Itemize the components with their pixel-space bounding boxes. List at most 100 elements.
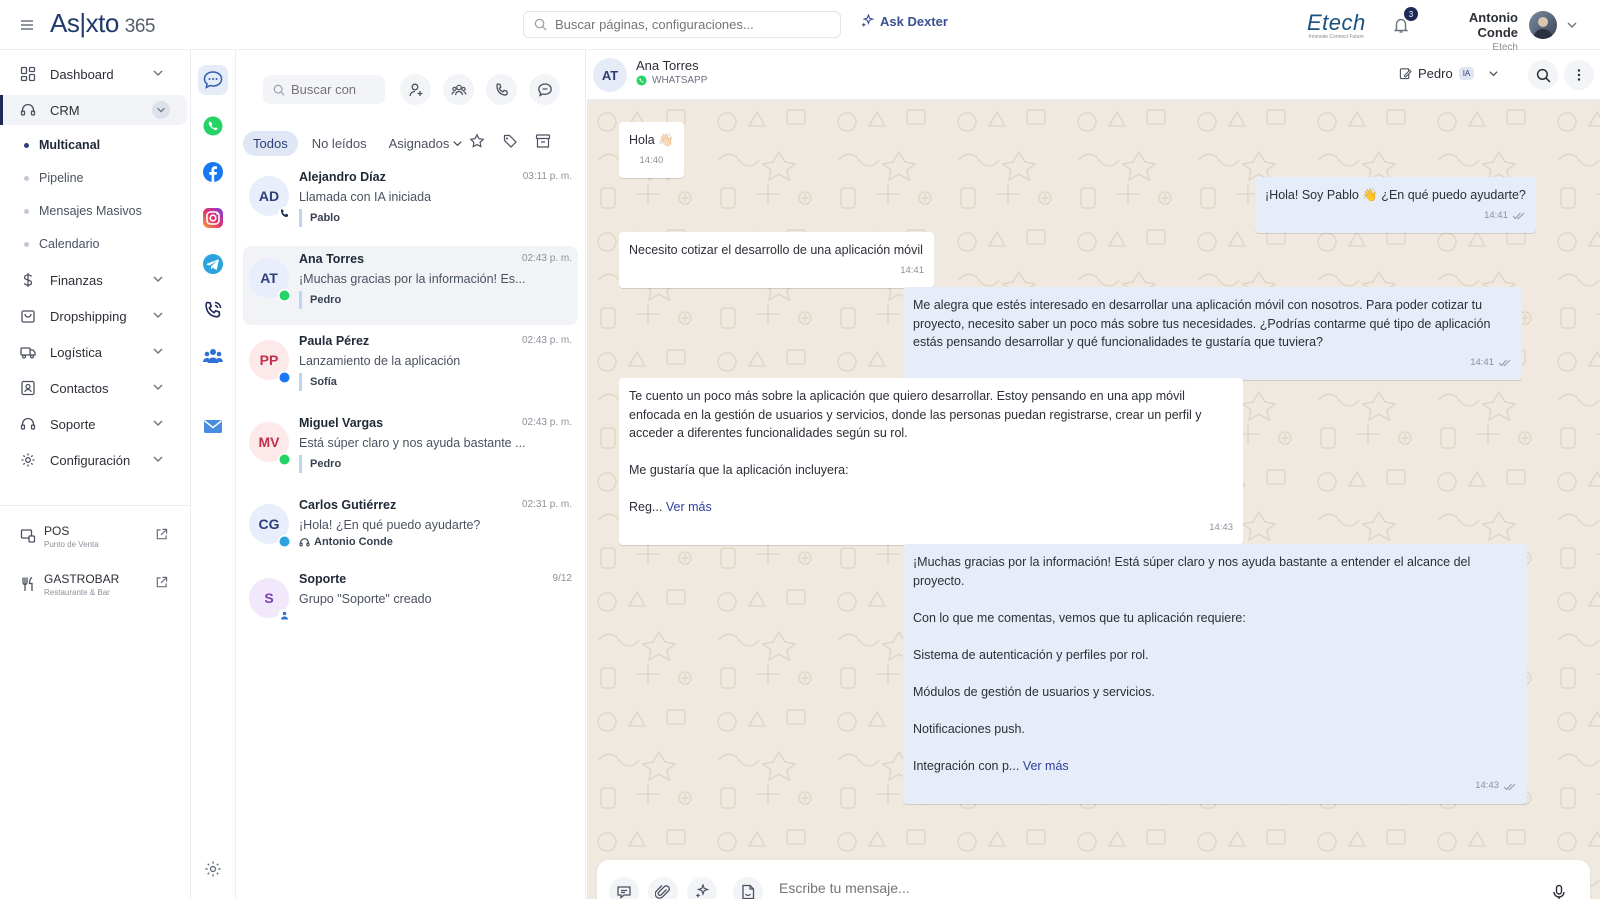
sidebar-item-dashboard[interactable]: Dashboard xyxy=(0,59,191,89)
new-call-button[interactable] xyxy=(486,74,517,105)
filter-todos[interactable]: Todos xyxy=(243,130,298,156)
outgoing-message[interactable]: Me alegra que estés interesado en desarr… xyxy=(903,287,1522,380)
facebook-badge-icon xyxy=(278,371,291,384)
channel-calls[interactable] xyxy=(198,295,228,325)
channel-whatsapp[interactable] xyxy=(198,111,228,141)
channel-groups[interactable] xyxy=(198,341,228,371)
incoming-message[interactable]: Hola 👋🏻 14:40 xyxy=(619,122,684,178)
quick-replies-button[interactable] xyxy=(609,877,639,899)
sidebar-item-soporte[interactable]: Soporte xyxy=(0,409,191,439)
agent-selector[interactable]: Pedro IA xyxy=(1399,66,1499,81)
user-menu[interactable]: Antonio Conde Etech xyxy=(1430,10,1518,53)
contact-name[interactable]: Ana Torres xyxy=(636,58,699,73)
contact-name: Soporte xyxy=(299,572,347,586)
chevron-down-icon[interactable] xyxy=(1566,19,1578,31)
crm-sub-mensajes-masivos[interactable]: Mensajes Masivos xyxy=(24,204,142,218)
message-input[interactable] xyxy=(779,880,1499,896)
agent-name: Pedro xyxy=(1418,66,1453,81)
chat-messages-area[interactable]: Hola 👋🏻 14:40 ¡Hola! Soy Pablo 👋 ¿En qué… xyxy=(587,100,1600,899)
channel-facebook[interactable] xyxy=(198,157,228,187)
truck-icon xyxy=(20,344,36,360)
conversation-item[interactable]: AD Alejandro Díaz 03:11 p. m. Llamada co… xyxy=(243,164,578,243)
top-bar: As|xto365 Ask Dexter Etech Innovate Conn… xyxy=(0,0,1600,53)
sidebar-item-label: CRM xyxy=(50,102,80,118)
conversation-item[interactable]: S Soporte 9/12 Grupo "Soporte" creado xyxy=(243,566,578,632)
sidebar-item-label: Dropshipping xyxy=(50,308,127,324)
user-avatar[interactable] xyxy=(1529,11,1557,39)
conversation-search[interactable] xyxy=(263,75,385,104)
whatsapp-icon xyxy=(636,75,647,86)
chevron-down-icon xyxy=(452,138,463,149)
channel-telegram[interactable] xyxy=(198,249,228,279)
conversation-item[interactable]: MV Miguel Vargas 02:43 p. m. Está súper … xyxy=(243,410,578,489)
outgoing-message[interactable]: ¡Hola! Soy Pablo 👋 ¿En qué puedo ayudart… xyxy=(1255,177,1536,233)
filter-no-leidos[interactable]: No leídos xyxy=(312,131,367,156)
channel-email[interactable] xyxy=(198,411,228,441)
search-icon xyxy=(534,18,547,31)
outgoing-message[interactable]: ¡Muchas gracias por la información! Está… xyxy=(903,544,1527,804)
crm-sub-calendario[interactable]: Calendario xyxy=(24,237,99,251)
see-more-link[interactable]: Ver más xyxy=(1023,759,1069,773)
sidebar-item-configuracion[interactable]: Configuración xyxy=(0,445,191,475)
menu-icon[interactable] xyxy=(18,16,36,34)
channel-all-chats[interactable] xyxy=(198,65,228,95)
whatsapp-icon xyxy=(202,115,224,137)
sidebar-item-dropshipping[interactable]: Dropshipping xyxy=(0,301,191,331)
app-logo[interactable]: As|xto 365 xyxy=(50,8,155,39)
chat-bubble-icon xyxy=(537,82,553,98)
filter-asignados-dropdown[interactable]: Asignados xyxy=(389,136,464,151)
bag-icon xyxy=(20,308,36,324)
new-chat-button[interactable] xyxy=(529,74,560,105)
contact-name: Alejandro Díaz xyxy=(299,170,386,184)
tag-filter-icon[interactable] xyxy=(502,133,518,149)
crm-sub-pipeline[interactable]: Pipeline xyxy=(24,171,83,185)
settings-gear-icon[interactable] xyxy=(204,860,222,878)
ai-assist-button[interactable] xyxy=(687,877,717,899)
app-link-pos[interactable]: POS Punto de Venta xyxy=(20,524,170,549)
incoming-message[interactable]: Te cuento un poco más sobre la aplicació… xyxy=(619,378,1243,545)
conversation-list-panel: Todos No leídos Asignados AD Alejandro D… xyxy=(237,50,586,899)
sidebar-item-logistica[interactable]: Logística xyxy=(0,337,191,367)
sidebar-item-finanzas[interactable]: Finanzas xyxy=(0,265,191,295)
voice-message-button[interactable] xyxy=(1544,877,1574,899)
notifications-bell-icon[interactable]: 3 xyxy=(1392,7,1418,36)
conversation-item-selected[interactable]: AT Ana Torres 02:43 p. m. ¡Muchas gracia… xyxy=(243,246,578,325)
utensils-icon xyxy=(20,576,36,592)
message-preview: Está súper claro y nos ayuda bastante ..… xyxy=(299,436,526,450)
search-in-chat-button[interactable] xyxy=(1528,60,1558,90)
global-search-input[interactable] xyxy=(555,17,825,32)
more-options-button[interactable] xyxy=(1564,60,1594,90)
crm-sub-multicanal[interactable]: Multicanal xyxy=(24,138,100,152)
app-link-gastrobar[interactable]: GASTROBAR Restaurante & Bar xyxy=(20,572,170,597)
conversation-item[interactable]: CG Carlos Gutiérrez 02:31 p. m. ¡Hola! ¿… xyxy=(243,492,578,571)
see-more-link[interactable]: Ver más xyxy=(666,500,712,514)
whatsapp-badge-icon xyxy=(278,289,291,302)
channel-instagram[interactable] xyxy=(198,203,228,233)
sidebar-item-crm[interactable]: CRM xyxy=(0,95,187,125)
assigned-agent: Pedro xyxy=(299,291,341,309)
global-search[interactable] xyxy=(523,11,841,38)
sticker-button[interactable] xyxy=(733,877,763,899)
microphone-icon xyxy=(1551,884,1567,899)
star-filter-icon[interactable] xyxy=(469,133,485,149)
conversation-item[interactable]: PP Paula Pérez 02:43 p. m. Lanzamiento d… xyxy=(243,328,578,407)
sidebar-item-contactos[interactable]: Contactos xyxy=(0,373,191,403)
external-link-icon[interactable] xyxy=(155,528,168,541)
chevron-down-icon xyxy=(152,453,164,465)
add-contact-button[interactable] xyxy=(400,74,431,105)
timestamp: 02:31 p. m. xyxy=(521,499,572,510)
contact-avatar[interactable]: AT xyxy=(593,58,627,92)
new-group-button[interactable] xyxy=(443,74,474,105)
message-text: ¡Hola! Soy Pablo 👋 ¿En qué puedo ayudart… xyxy=(1265,188,1526,202)
archive-filter-icon[interactable] xyxy=(535,133,551,149)
external-link-icon[interactable] xyxy=(155,576,168,589)
attach-file-button[interactable] xyxy=(648,877,678,899)
conversation-filters: Todos No leídos Asignados xyxy=(243,130,463,156)
message-preview: Grupo "Soporte" creado xyxy=(299,592,432,606)
ask-dexter-button[interactable]: Ask Dexter xyxy=(860,14,948,29)
chat-icon xyxy=(202,69,224,91)
incoming-message[interactable]: Necesito cotizar el desarrollo de una ap… xyxy=(619,232,934,288)
message-time: 14:41 xyxy=(1484,209,1508,221)
brand-name: Etech xyxy=(1307,10,1366,35)
conversation-search-input[interactable] xyxy=(291,82,381,97)
